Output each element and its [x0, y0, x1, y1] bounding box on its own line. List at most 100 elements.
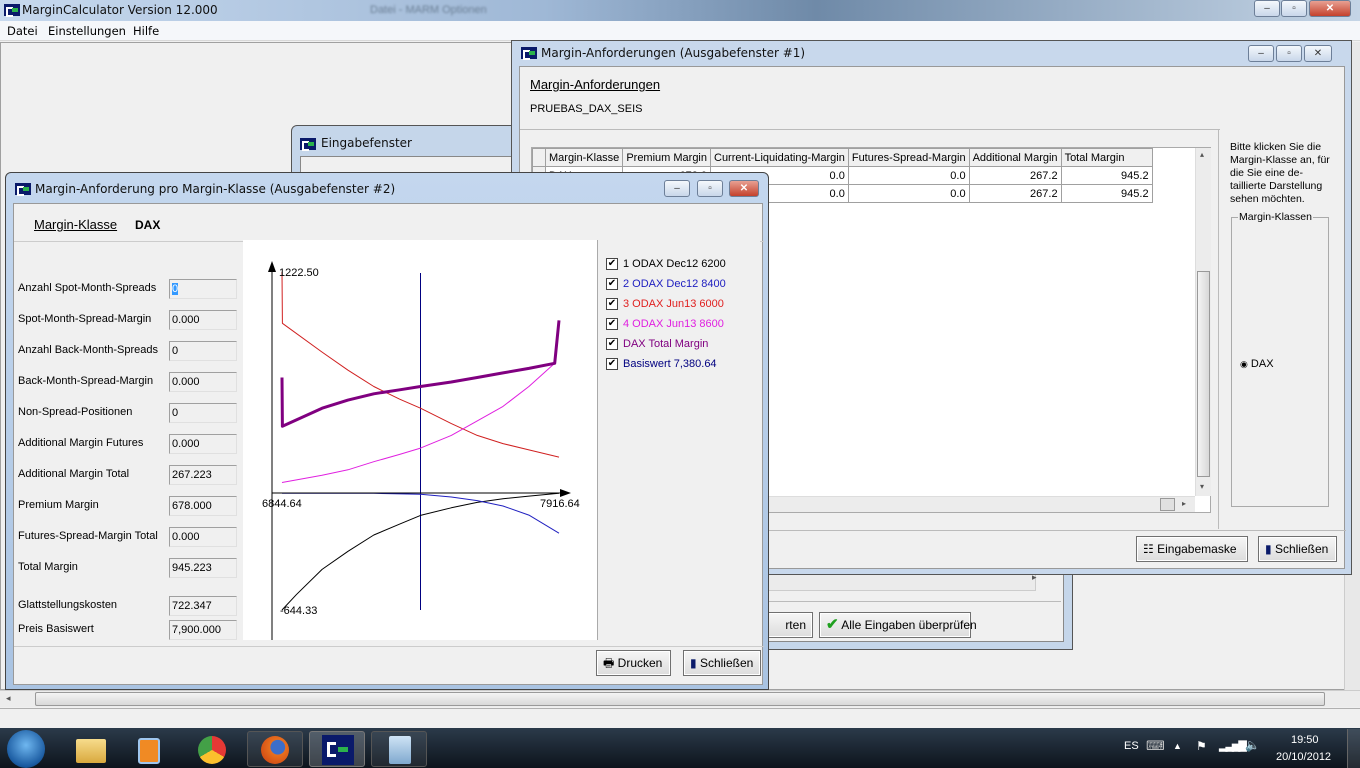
show-hidden-icons-icon[interactable]: ▲	[1173, 741, 1182, 751]
table-cell[interactable]: 945.2	[1060, 184, 1153, 203]
scroll-thumb[interactable]	[1160, 498, 1175, 511]
legend-checkbox[interactable]: ✔	[606, 278, 618, 291]
window2-close-button[interactable]: ▮ Schließen	[683, 650, 761, 676]
x-min-label: 6844.64	[262, 498, 302, 510]
field-value[interactable]: 7,900.000	[169, 620, 237, 640]
volume-icon[interactable]: 🔈	[1245, 738, 1260, 752]
scroll-thumb[interactable]	[1197, 271, 1210, 477]
window2-title: Margin-Anforderung pro Margin-Klasse (Au…	[35, 182, 396, 196]
menu-hilfe[interactable]: Hilfe	[133, 24, 159, 38]
scroll-thumb[interactable]	[35, 692, 1325, 706]
field-value[interactable]: 0.000	[169, 434, 237, 454]
scroll-up-icon[interactable]: ▴	[1200, 150, 1204, 159]
window2-close[interactable]: ✕	[729, 180, 759, 197]
legend-item[interactable]: ✔ 1 ODAX Dec12 6200	[606, 258, 726, 272]
menu-einstellungen[interactable]: Einstellungen	[48, 24, 126, 38]
legend-label: 1 ODAX Dec12 6200	[623, 258, 726, 270]
field-value[interactable]: 0	[169, 341, 237, 361]
start-button[interactable]	[7, 730, 45, 768]
window2-maximize[interactable]: ▫	[697, 180, 723, 197]
taskbar-media-player-icon[interactable]	[120, 731, 176, 767]
field-label: Total Margin	[18, 561, 78, 573]
app-icon	[15, 183, 31, 197]
field-value[interactable]: 0	[169, 403, 237, 423]
selected-text: 0	[172, 283, 179, 295]
field-value[interactable]: 0.000	[169, 372, 237, 392]
column-header[interactable]: Additional Margin	[968, 148, 1062, 167]
radio-selected-icon[interactable]: ◉	[1240, 359, 1248, 369]
window1-close[interactable]: ✕	[1304, 45, 1332, 62]
network-signal-icon[interactable]: ▂▃▅▇	[1219, 739, 1247, 752]
clock-date[interactable]: 20/10/2012	[1276, 751, 1331, 763]
legend-checkbox[interactable]: ✔	[606, 318, 618, 331]
table-cell[interactable]: 0.0	[847, 184, 970, 203]
app-icon	[521, 47, 537, 61]
legend-checkbox[interactable]: ✔	[606, 358, 618, 371]
legend-checkbox[interactable]: ✔	[606, 258, 618, 271]
window1-minimize[interactable]: –	[1248, 45, 1274, 62]
action-center-flag-icon[interactable]: ⚑	[1196, 739, 1207, 753]
taskbar-margincalculator-icon[interactable]	[309, 731, 365, 767]
close-button[interactable]: ✕	[1309, 0, 1351, 17]
print-button[interactable]: 🖶 Drucken	[596, 650, 671, 676]
legend-label: Basiswert 7,380.64	[623, 358, 717, 370]
input-mask-button[interactable]: ☷ Eingabemaske	[1136, 536, 1248, 562]
field-value[interactable]: 0.000	[169, 527, 237, 547]
table-cell[interactable]: 0.0	[847, 166, 970, 185]
scroll-right-icon[interactable]: ▸	[1182, 499, 1186, 508]
legend-label: 2 ODAX Dec12 8400	[623, 278, 726, 290]
minimize-button[interactable]: –	[1254, 0, 1280, 17]
field-value[interactable]: 722.347	[169, 596, 237, 616]
app-title: MarginCalculator Version 12.000	[22, 3, 218, 17]
field-label: Glattstellungskosten	[18, 599, 118, 611]
field-value[interactable]: 267.223	[169, 465, 237, 485]
window1-close-button[interactable]: ▮ Schließen	[1258, 536, 1337, 562]
legend-item[interactable]: ✔ Basiswert 7,380.64	[606, 358, 717, 372]
column-header[interactable]: Total Margin	[1060, 148, 1153, 167]
scroll-down-icon[interactable]: ▾	[1200, 482, 1204, 491]
field-label: Non-Spread-Positionen	[18, 406, 133, 418]
taskbar-firefox-icon[interactable]	[247, 731, 303, 767]
horizontal-scrollbar-main[interactable]: ◂	[0, 690, 1360, 707]
taskbar-chrome-icon[interactable]	[185, 731, 241, 767]
maximize-button[interactable]: ▫	[1281, 0, 1307, 17]
window1-maximize[interactable]: ▫	[1276, 45, 1302, 62]
taskbar-explorer-icon[interactable]	[62, 731, 118, 767]
radio-dax[interactable]: ◉ DAX	[1240, 358, 1274, 370]
field-value[interactable]: 945.223	[169, 558, 237, 578]
field-value[interactable]: 678.000	[169, 496, 237, 516]
taskbar-calculator-icon[interactable]	[371, 731, 427, 767]
divider	[761, 601, 1061, 602]
row-header-corner	[532, 148, 546, 167]
legend-checkbox[interactable]: ✔	[606, 298, 618, 311]
column-header[interactable]: Margin-Klasse	[544, 148, 624, 167]
table-cell[interactable]: 945.2	[1060, 166, 1153, 185]
input-window-title: Eingabefenster	[321, 136, 412, 150]
keyboard-icon[interactable]: ⌨	[1146, 738, 1165, 754]
legend-item[interactable]: ✔ 2 ODAX Dec12 8400	[606, 278, 726, 292]
door-exit-icon: ▮	[690, 656, 697, 670]
scroll-left-icon[interactable]: ◂	[6, 693, 11, 704]
column-header[interactable]: Futures-Spread-Margin	[847, 148, 970, 167]
grid-icon: ☷	[1143, 542, 1154, 556]
y-min-label: -644.33	[280, 605, 317, 617]
instruction-text: Bitte klicken Sie die Margin-Klasse an, …	[1230, 141, 1330, 205]
column-header[interactable]: Premium Margin	[622, 148, 711, 167]
field-value[interactable]: 0	[169, 279, 237, 299]
field-value[interactable]: 0.000	[169, 310, 237, 330]
legend-item[interactable]: ✔ DAX Total Margin	[606, 338, 708, 352]
column-header[interactable]: Current-Liquidating-Margin	[710, 148, 849, 167]
clock-time[interactable]: 19:50	[1291, 734, 1319, 746]
grid-vscroll[interactable]: ▴ ▾	[1195, 148, 1211, 496]
show-desktop-button[interactable]	[1347, 729, 1360, 768]
language-indicator[interactable]: ES	[1124, 740, 1139, 752]
legend-item[interactable]: ✔ 3 ODAX Jun13 6000	[606, 298, 724, 312]
legend-item[interactable]: ✔ 4 ODAX Jun13 8600	[606, 318, 724, 332]
check-all-inputs-button[interactable]: ✔ Alle Eingaben überprüfen	[819, 612, 977, 638]
table-cell[interactable]: 267.2	[968, 184, 1062, 203]
field-label: Additional Margin Total	[18, 468, 130, 480]
legend-checkbox[interactable]: ✔	[606, 338, 618, 351]
table-cell[interactable]: 267.2	[968, 166, 1062, 185]
window2-minimize[interactable]: –	[664, 180, 690, 197]
menu-datei[interactable]: Datei	[7, 24, 38, 38]
